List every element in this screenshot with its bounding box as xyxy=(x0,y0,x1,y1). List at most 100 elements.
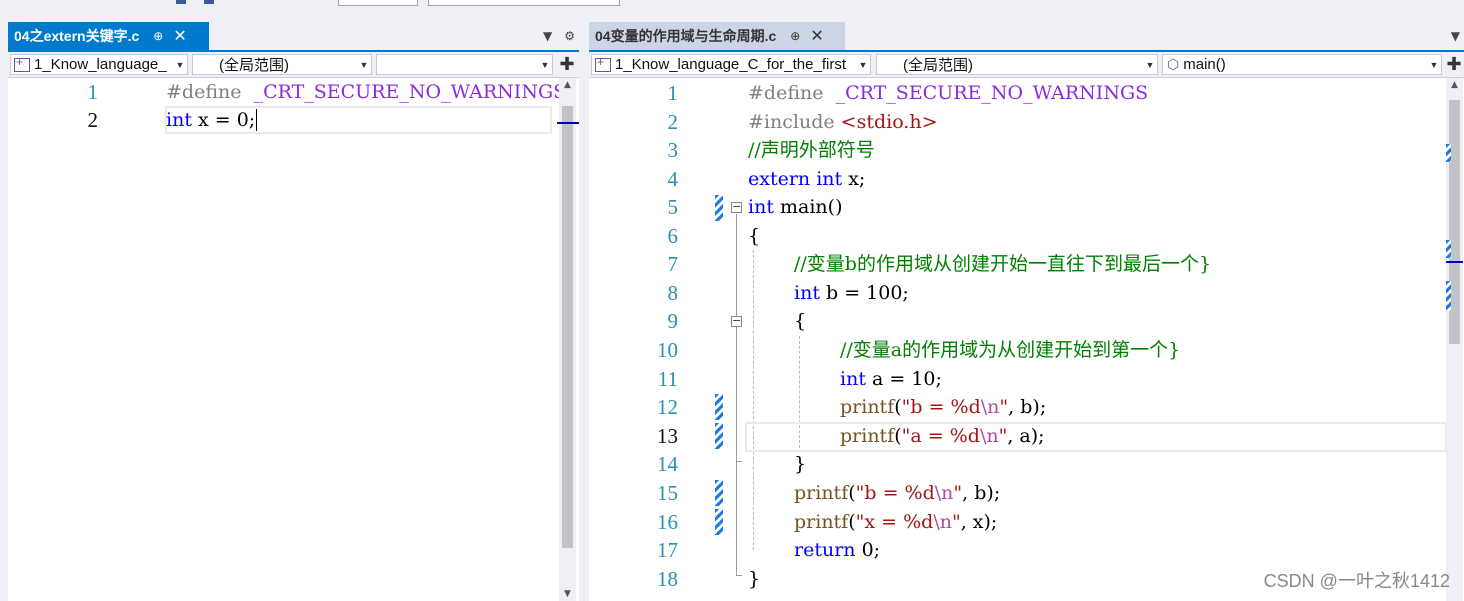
toolbar-combo[interactable] xyxy=(338,0,418,6)
indent-guide xyxy=(753,250,754,550)
code-text: #include <stdio.h> xyxy=(748,111,938,133)
vertical-scrollbar[interactable]: ▲ ▼ xyxy=(559,78,576,601)
change-marker xyxy=(715,423,723,449)
caret-position-marker xyxy=(557,122,579,124)
line-number: 10 xyxy=(657,338,678,362)
code-text: #define _CRT_SECURE_NO_WARNINGS xyxy=(166,81,567,103)
code-editor[interactable]: 1 #define _CRT_SECURE_NO_WARNINGS 2 int … xyxy=(8,78,579,601)
pin-icon[interactable]: ⊕ xyxy=(790,29,800,43)
line-number: 11 xyxy=(657,367,678,391)
line-number: 18 xyxy=(657,567,678,591)
code-text: int main() xyxy=(748,196,843,218)
pin-icon[interactable]: ⊕ xyxy=(153,29,163,43)
toolbar-strip xyxy=(0,0,1464,20)
line-number: 6 xyxy=(667,224,679,248)
close-icon[interactable]: ✕ xyxy=(173,26,186,46)
line-number: 1 xyxy=(667,81,679,105)
tab-extern-file[interactable]: 04之extern关键字.c ⊕ ✕ xyxy=(8,22,209,50)
chevron-down-icon: ▼ xyxy=(359,59,369,70)
tab-tools: ▼ xyxy=(1451,22,1460,50)
line-number: 4 xyxy=(667,167,679,191)
toolbar-icon[interactable] xyxy=(176,0,186,4)
code-text: printf("x = %d\n", x); xyxy=(794,511,998,533)
change-marker xyxy=(1446,240,1451,258)
chevron-down-icon: ▼ xyxy=(858,59,868,70)
code-text: //变量a的作用域为从创建开始到第一个} xyxy=(840,339,1181,361)
code-text: printf("b = %d\n", b); xyxy=(840,396,1047,418)
navigation-bar: 1_Know_language_ ▼ (全局范围) ▼ ▼ ✚ xyxy=(8,52,579,78)
code-text: #define _CRT_SECURE_NO_WARNINGS xyxy=(748,82,1149,104)
cube-icon: ⬡ xyxy=(1167,56,1180,72)
line-number: 2 xyxy=(87,108,99,132)
tab-row: 04变量的作用域与生命周期.c ⊕ ✕ ▼ xyxy=(589,22,1464,52)
split-icon[interactable]: ✚ xyxy=(1444,54,1464,75)
chevron-down-icon: ▼ xyxy=(540,59,550,70)
dropdown-arrow-icon[interactable]: ▼ xyxy=(1451,29,1460,43)
tab-scope-lifetime-file[interactable]: 04变量的作用域与生命周期.c ⊕ ✕ xyxy=(589,22,845,50)
scrollbar-thumb[interactable] xyxy=(562,106,573,548)
project-dropdown-label: 1_Know_language_C_for_the_first xyxy=(615,56,846,73)
text-cursor xyxy=(256,109,258,131)
member-dropdown-label: main() xyxy=(1183,56,1226,73)
code-text: printf("a = %d\n", a); xyxy=(840,425,1045,447)
change-marker xyxy=(715,195,723,221)
gear-icon[interactable]: ⚙ xyxy=(564,29,575,43)
line-number: 17 xyxy=(657,538,678,562)
line-number: 16 xyxy=(657,510,678,534)
code-text: } xyxy=(748,568,761,590)
member-dropdown[interactable]: ⬡ main() ▼ xyxy=(1162,54,1442,75)
toolbar-combo[interactable] xyxy=(428,0,620,6)
dropdown-arrow-icon[interactable]: ▼ xyxy=(543,29,552,43)
code-line: 2 int x = 0; xyxy=(8,106,579,134)
line-number: 15 xyxy=(657,481,678,505)
collapse-icon[interactable]: − xyxy=(731,315,742,327)
fold-guide xyxy=(736,214,737,576)
change-marker xyxy=(715,480,723,506)
fold-guide-end xyxy=(736,575,742,576)
code-text: //声明外部符号 xyxy=(748,139,875,161)
line-number: 14 xyxy=(657,452,678,476)
collapse-icon[interactable]: − xyxy=(731,201,742,213)
project-dropdown[interactable]: 1_Know_language_ ▼ xyxy=(10,54,188,75)
tab-label: 04变量的作用域与生命周期.c xyxy=(595,28,777,44)
project-dropdown-label: 1_Know_language_ xyxy=(34,56,167,73)
line-number: 8 xyxy=(667,281,679,305)
line-number: 1 xyxy=(87,80,99,104)
code-text: int a = 10; xyxy=(840,368,942,390)
line-number: 2 xyxy=(667,110,679,134)
change-marker xyxy=(1446,144,1451,162)
chevron-down-icon: ▼ xyxy=(175,59,185,70)
code-text: //变量b的作用域从创建开始一直往下到最后一个} xyxy=(794,253,1212,275)
code-text: printf("b = %d\n", b); xyxy=(794,482,1001,504)
scope-dropdown-label: (全局范围) xyxy=(219,57,289,74)
project-icon xyxy=(14,55,30,72)
change-marker xyxy=(715,509,723,535)
split-icon[interactable]: ✚ xyxy=(557,54,577,75)
scroll-down-icon[interactable]: ▼ xyxy=(559,589,576,599)
tab-tools: ▼ ⚙ xyxy=(543,22,575,50)
code-text: { xyxy=(794,310,807,332)
scroll-up-icon[interactable]: ▲ xyxy=(1446,80,1463,90)
member-dropdown[interactable]: ▼ xyxy=(376,54,553,75)
caret-position-marker xyxy=(1446,261,1463,263)
code-line: 1 #define _CRT_SECURE_NO_WARNINGS xyxy=(8,78,579,106)
scope-dropdown[interactable]: (全局范围) ▼ xyxy=(876,54,1158,75)
line-number: 5 xyxy=(667,195,679,219)
chevron-down-icon: ▼ xyxy=(1429,59,1439,70)
line-number: 9 xyxy=(667,309,679,333)
scroll-up-icon[interactable]: ▲ xyxy=(559,80,576,90)
toolbar-icon[interactable] xyxy=(204,0,214,4)
code-text: int x = 0; xyxy=(166,109,258,131)
line-number: 7 xyxy=(667,252,679,276)
project-dropdown[interactable]: 1_Know_language_C_for_the_first ▼ xyxy=(591,54,871,75)
fold-guide-end xyxy=(736,461,742,462)
tab-row: 04之extern关键字.c ⊕ ✕ ▼ ⚙ xyxy=(8,22,579,52)
change-marker xyxy=(715,394,723,420)
scope-dropdown-label: (全局范围) xyxy=(903,57,973,74)
code-editor[interactable]: 1 2 3 4 5 6 7 8 9 10 11 12 13 14 15 16 1… xyxy=(589,78,1464,601)
scope-dropdown[interactable]: (全局范围) ▼ xyxy=(192,54,372,75)
close-icon[interactable]: ✕ xyxy=(810,26,823,46)
vertical-scrollbar[interactable]: ▲ xyxy=(1446,78,1463,601)
editor-pane-left: 04之extern关键字.c ⊕ ✕ ▼ ⚙ 1_Know_language_ … xyxy=(8,22,579,601)
project-icon xyxy=(595,55,611,72)
